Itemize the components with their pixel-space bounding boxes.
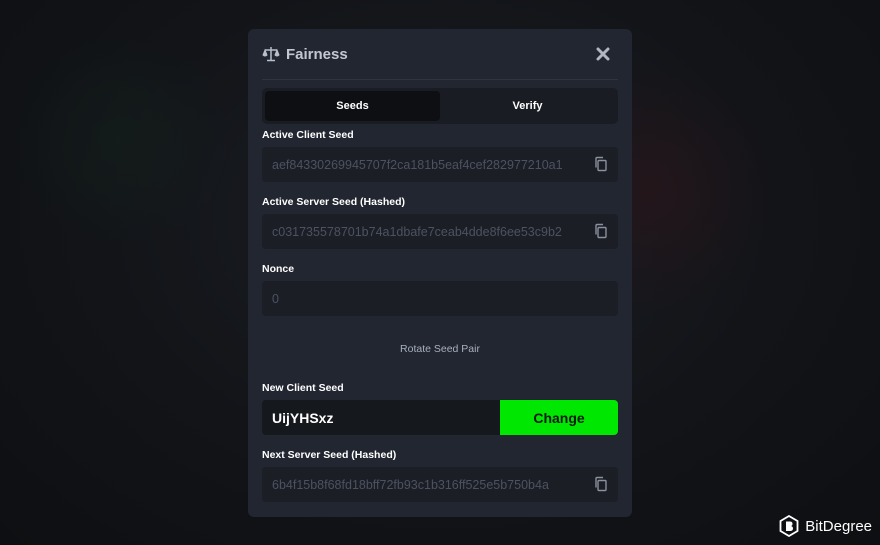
bitdegree-text: BitDegree: [805, 517, 872, 535]
active-client-seed-label: Active Client Seed: [262, 129, 354, 141]
active-server-seed-field[interactable]: c031735578701b74a1dbafe7ceab4dde8f6ee53c…: [262, 214, 618, 249]
active-server-seed-label: Active Server Seed (Hashed): [262, 196, 405, 208]
active-client-seed-value: aef84330269945707f2ca181b5eaf4cef2829772…: [272, 157, 563, 172]
nonce-label: Nonce: [262, 263, 295, 275]
rotate-seed-pair-button[interactable]: Rotate Seed Pair: [262, 343, 618, 355]
tab-bar: Seeds Verify: [262, 88, 618, 124]
nonce-field[interactable]: 0: [262, 281, 618, 316]
bitdegree-logo-icon: [779, 514, 799, 538]
new-client-seed-input[interactable]: [262, 400, 500, 435]
tab-verify[interactable]: Verify: [440, 91, 615, 121]
close-icon[interactable]: [594, 45, 612, 63]
bitdegree-watermark: BitDegree: [779, 514, 872, 538]
new-client-seed-label: New Client Seed: [262, 382, 344, 394]
copy-icon[interactable]: [592, 475, 610, 493]
change-button[interactable]: Change: [500, 400, 618, 435]
next-server-seed-value: 6b4f15b8f68fd18bff72fb93c1b316ff525e5b75…: [272, 477, 549, 492]
copy-icon[interactable]: [592, 155, 610, 173]
modal-header: Fairness: [262, 41, 618, 67]
scale-icon: [262, 45, 280, 63]
copy-icon[interactable]: [592, 222, 610, 240]
active-client-seed-field[interactable]: aef84330269945707f2ca181b5eaf4cef2829772…: [262, 147, 618, 182]
nonce-value: 0: [272, 291, 279, 306]
header-divider: [262, 79, 618, 80]
modal-title: Fairness: [286, 45, 348, 63]
next-server-seed-field[interactable]: 6b4f15b8f68fd18bff72fb93c1b316ff525e5b75…: [262, 467, 618, 502]
fairness-modal: Fairness Seeds Verify Active Client Seed…: [248, 29, 632, 517]
tab-seeds[interactable]: Seeds: [265, 91, 440, 121]
next-server-seed-label: Next Server Seed (Hashed): [262, 449, 397, 461]
active-server-seed-value: c031735578701b74a1dbafe7ceab4dde8f6ee53c…: [272, 224, 562, 239]
new-client-seed-row: Change: [262, 400, 618, 435]
